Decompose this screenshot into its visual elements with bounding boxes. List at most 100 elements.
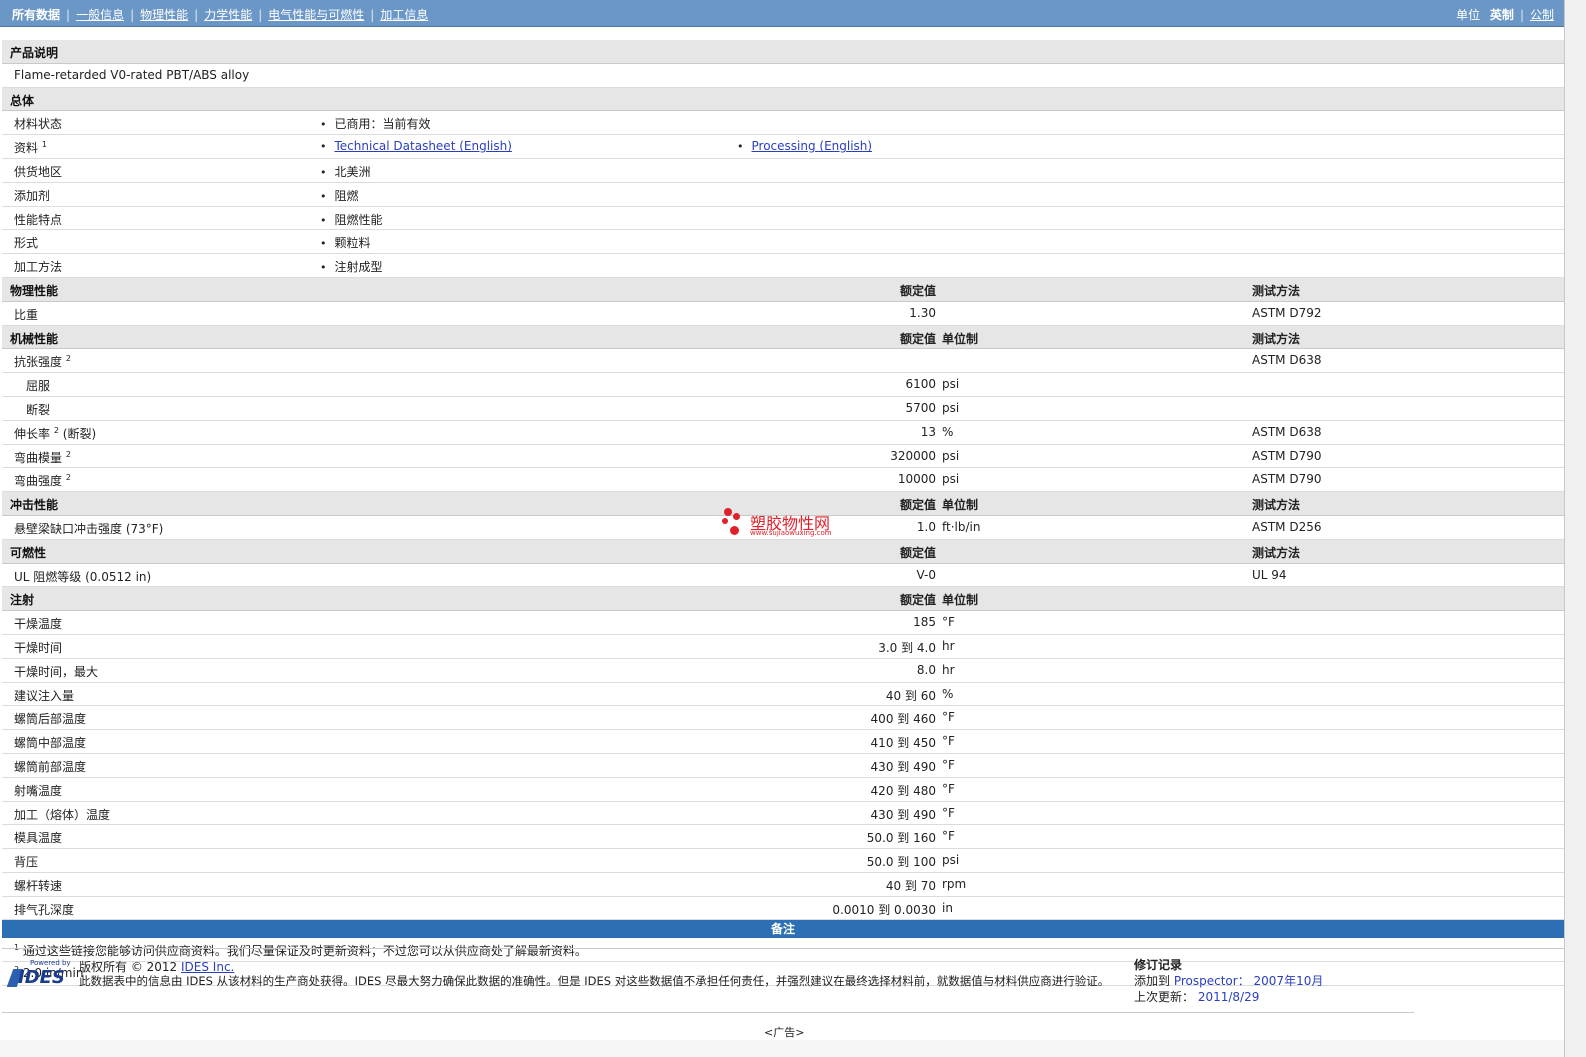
col-unit: 单位制 [942,593,979,608]
col-nominal: 额定值 [899,545,936,560]
row-value: 0.0010 到 0.0030 [832,902,936,917]
row-unit: °F [942,805,955,820]
table-row: 形式 颗粒料 [2,230,1564,255]
bottom-status-strip [0,1040,1564,1057]
row-unit: hr [942,638,955,653]
watermark-logo: 塑胶物性网 www.sujiaowuxing.com [720,506,850,540]
table-row: 性能特点 阻燃性能 [2,206,1564,231]
technical-datasheet-link[interactable]: Technical Datasheet (English) [335,139,512,153]
row-method: ASTM D638 [1252,424,1322,439]
units-imperial[interactable]: 英制 [1490,8,1514,22]
col-method: 测试方法 [1252,498,1301,513]
table-row: 加工方法 注射成型 [2,254,1564,278]
row-method: ASTM D256 [1252,519,1322,534]
nav-mechanical[interactable]: 力学性能 [204,8,252,22]
row-value: 320000 [890,448,936,463]
nav-all-data[interactable]: 所有数据 [12,8,60,22]
row-value: 50.0 到 160 [866,831,936,846]
section-title: 机械性能 [10,331,59,346]
row-label: 资料 1 [14,140,47,156]
section-header-flammability: 可燃性 额定值 测试方法 [2,539,1564,564]
processing-doc-link[interactable]: Processing (English) [752,139,873,153]
top-nav-bar: 所有数据 | 一般信息 | 物理性能 | 力学性能 | 电气性能与可燃性 | 加工信息 单位 英制 |… [0,0,1564,27]
unit-switcher: 单位 英制 | 公制 [1456,8,1554,22]
row-label: 屈服 [26,379,51,394]
table-row: 干燥温度 185 °F [2,611,1564,635]
table-row: 弯曲模量 2 320000 psi ASTM D790 [2,444,1564,469]
ides-company-link[interactable]: IDES Inc. [181,960,234,974]
units-label: 单位 [1456,8,1481,22]
row-label: 断裂 [26,402,51,417]
section-header-description: 产品说明 [2,40,1564,64]
row-unit: % [942,686,954,701]
units-metric[interactable]: 公制 [1530,8,1554,22]
row-method: ASTM D638 [1252,353,1322,368]
col-method: 测试方法 [1252,283,1301,298]
nav-general-info[interactable]: 一般信息 [76,8,124,22]
row-unit: °F [942,781,955,796]
row-label: 干燥时间，最大 [14,664,99,679]
table-row: 背压 50.0 到 100 psi [2,849,1564,873]
col-unit: 单位制 [942,498,979,513]
row-value: 185 [913,615,936,630]
watermark-dot [730,526,739,535]
vertical-scrollbar[interactable] [1564,0,1586,1057]
table-row: 伸长率 2 (断裂) 13% ASTM D638 [2,420,1564,445]
table-row: 比重 1.30 ASTM D792 [2,301,1564,326]
section-header-injection: 注射 额定值 单位制 [2,587,1564,612]
table-row: 建议注入量 40 到 60% [2,682,1564,707]
table-row: UL 阻燃等级 (0.0512 in) V-0 UL 94 [2,563,1564,588]
table-row: 弯曲强度 2 10000 psi ASTM D790 [2,468,1564,493]
table-row: 干燥时间 3.0 到 4.0 hr [2,634,1564,659]
row-label: 性能特点 [14,212,63,227]
row-label: 形式 [14,236,39,251]
row-label: 加工（熔体）温度 [14,807,111,822]
row-value: 13 [920,424,936,439]
row-value: 注射成型 [320,258,383,275]
col-nominal: 额定值 [899,331,936,346]
row-unit: °F [942,615,955,630]
row-label: 螺筒后部温度 [14,712,87,727]
ides-logo[interactable]: Powered by IDES [6,959,72,989]
table-row: 添加剂 阻燃 [2,182,1564,207]
row-value: 430 到 490 [870,807,936,822]
row-unit: °F [942,757,955,772]
row-value: 50.0 到 100 [866,855,936,870]
watermark-url: www.sujiaowuxing.com [750,529,832,537]
col-nominal: 额定值 [899,593,936,608]
nav-processing[interactable]: 加工信息 [380,8,428,22]
table-row: 断裂 5700 psi [2,396,1564,421]
updated-row: 上次更新： 2011/8/29 [1134,990,1260,1004]
row-value: 阻燃性能 [320,211,383,228]
row-method: ASTM D790 [1252,448,1322,463]
row-value: 40 到 70 [885,878,936,893]
section-header-general: 总体 [2,87,1564,112]
nav-physical[interactable]: 物理性能 [140,8,188,22]
col-method: 测试方法 [1252,331,1301,346]
logo-powered-by: Powered by [30,959,71,967]
row-unit: psi [942,377,960,392]
table-row: 射嘴温度 420 到 480 °F [2,777,1564,802]
row-unit: psi [942,472,960,487]
row-value: 3.0 到 4.0 [878,640,936,655]
row-value: 410 到 450 [870,736,936,751]
row-unit: °F [942,710,955,725]
col-nominal: 额定值 [899,498,936,513]
row-label: 伸长率 2 (断裂) [14,425,97,441]
watermark-dot [733,513,740,520]
row-label: 螺杆转速 [14,878,63,893]
section-title: 总体 [10,93,35,108]
row-label: 材料状态 [14,117,63,132]
row-label: 悬壁梁缺口冲击强度 (73°F) [14,521,164,536]
section-header-physical: 物理性能 额定值 测试方法 [2,277,1564,302]
col-unit: 单位制 [942,331,979,346]
row-unit: °F [942,829,955,844]
row-label: 干燥时间 [14,640,63,655]
row-value: 40 到 60 [885,688,936,703]
section-header-mechanical: 机械性能 额定值 单位制 测试方法 [2,325,1564,350]
row-value: 400 到 460 [870,712,936,727]
row-label: 添加剂 [14,188,51,203]
nav-electrical-flammability[interactable]: 电气性能与可燃性 [268,8,364,22]
table-row: 干燥时间，最大 8.0 hr [2,658,1564,683]
row-unit: psi [942,400,960,415]
